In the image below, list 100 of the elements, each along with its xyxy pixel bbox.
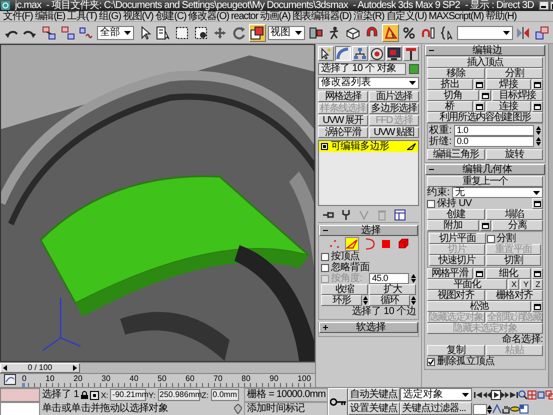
scrollbar[interactable] [548, 44, 553, 387]
menu-item[interactable]: 图表编辑器(D) [292, 11, 352, 21]
track-bar[interactable]: 0 10 20 30 40 50 60 70 80 90 100 [22, 374, 311, 387]
panel-button[interactable]: 分割 [486, 68, 544, 79]
set-key-button[interactable]: 设置关键点 [348, 402, 400, 415]
modifier-list-dropdown[interactable]: 修改器列表 [318, 77, 419, 89]
coordinate-field[interactable]: 250.986mm [158, 389, 200, 401]
checkbox[interactable] [321, 264, 329, 272]
menu-item[interactable]: 工具(T) [67, 11, 97, 21]
minimize-button[interactable] [538, 1, 549, 10]
panel-button[interactable]: 快速切片 [429, 255, 485, 266]
panel-button[interactable]: 收缩 [321, 284, 368, 295]
time-slider[interactable]: 0 / 100 [0, 362, 315, 373]
panel-button[interactable]: 视图对齐 [427, 290, 485, 301]
menu-item[interactable]: 创建(C) [155, 11, 186, 21]
brace-button[interactable] [438, 24, 456, 42]
settings-button[interactable] [474, 268, 485, 279]
number-field[interactable]: 45.0 [369, 273, 409, 284]
time-slider-thumb[interactable]: 0 / 100 [0, 363, 80, 373]
menu-item[interactable]: reactor [231, 11, 258, 21]
stack-item[interactable]: 可编辑多边形 [319, 141, 418, 152]
pin-button[interactable] [322, 209, 334, 221]
modifier-button[interactable]: 面片选择 [369, 91, 419, 102]
link-button[interactable] [40, 24, 58, 42]
subobject-button[interactable] [396, 237, 410, 251]
rollout-header[interactable]: 软选择 [319, 322, 418, 333]
color-swatch[interactable] [409, 64, 419, 74]
constraint-dropdown[interactable]: 无 [452, 187, 544, 198]
modifier-button[interactable]: 网格选择 [318, 91, 368, 102]
menu-item[interactable]: 渲染(R) [353, 11, 384, 21]
checkbox[interactable] [321, 252, 329, 260]
object-name-field[interactable]: 选择了 10 个 对象 [318, 63, 406, 75]
settings-button[interactable] [532, 301, 544, 312]
scale-button[interactable] [248, 24, 266, 42]
key-mode-dropdown[interactable]: 选定对象 [400, 388, 472, 401]
menu-item[interactable]: 自定义(U) [386, 11, 427, 21]
menu-item[interactable]: 文件(F) [3, 11, 33, 21]
auto-key-button[interactable]: 自动关键点 [348, 388, 400, 401]
settings-button[interactable] [480, 220, 491, 231]
checkbox[interactable] [427, 200, 435, 208]
number-field[interactable]: 1.0 [454, 125, 534, 136]
fork-check-button[interactable] [358, 209, 370, 221]
panel-button[interactable]: 分离 [492, 220, 544, 231]
subobject-button[interactable] [344, 237, 358, 251]
zoom-extents-button[interactable] [536, 389, 545, 401]
angle-snap-button[interactable] [382, 24, 400, 42]
zoom-extents-all-button[interactable] [545, 389, 553, 401]
panel-button[interactable]: 松弛 [427, 301, 532, 312]
align-button[interactable] [533, 24, 550, 42]
modifier-button[interactable]: 多边形选择 [369, 103, 419, 114]
panel-button[interactable]: 连接 [486, 101, 532, 112]
settings-button[interactable] [474, 79, 485, 90]
configure-button[interactable] [394, 209, 406, 221]
frame-field[interactable] [473, 404, 487, 414]
panel-button[interactable]: 附加 [427, 220, 479, 231]
toolbar-dropdown[interactable]: 视图 [268, 26, 306, 40]
panel-button[interactable]: 重复上一个 [427, 176, 544, 187]
key-mode-button[interactable] [328, 388, 348, 415]
rollout-header[interactable]: 选择 [319, 225, 418, 236]
settings-button[interactable] [532, 268, 544, 279]
toolbar-dropdown[interactable] [457, 26, 513, 40]
panel-button[interactable]: 切角 [427, 90, 479, 101]
key-filters-button[interactable]: 关键点过滤器... [400, 402, 472, 415]
settings-button[interactable] [532, 101, 544, 112]
panel-button[interactable]: 挤出 [427, 79, 473, 90]
panel-button[interactable]: 目标焊接 [492, 90, 544, 101]
menu-item[interactable]: 编辑(E) [34, 11, 66, 21]
panel-button[interactable]: 创建 [427, 209, 485, 220]
settings-button[interactable] [480, 90, 491, 101]
number-field[interactable]: 0.0 [454, 136, 534, 147]
rollout-header[interactable]: 编辑边 [425, 45, 546, 56]
panel-button[interactable]: Z [532, 279, 544, 290]
modifier-button[interactable]: UVW 展开 [318, 115, 368, 126]
modifier-button[interactable]: 涡轮平滑 [318, 127, 368, 138]
checkbox[interactable] [486, 234, 495, 242]
list-select-button[interactable] [155, 24, 172, 42]
menu-item[interactable]: 动画(A) [260, 11, 290, 21]
panel-button[interactable]: 网格平滑 [427, 268, 473, 279]
panel-button[interactable]: 插入顶点 [427, 57, 544, 68]
menu-item[interactable]: 帮助(H) [486, 11, 517, 21]
panel-button[interactable]: 桥 [427, 101, 473, 112]
panel-button[interactable]: 利用所选内容创建图形 [427, 112, 544, 123]
panel-button[interactable]: Y [520, 279, 532, 290]
settings-button[interactable] [532, 198, 544, 209]
panel-button[interactable]: 平面化 [427, 279, 508, 290]
magnifier-button[interactable] [518, 389, 527, 401]
panel-button[interactable]: X [508, 279, 520, 290]
field-of-view-button[interactable] [492, 403, 501, 415]
settings-button[interactable] [532, 79, 544, 90]
time-marker[interactable] [22, 383, 25, 387]
maximize-button[interactable] [519, 403, 528, 415]
listener-field[interactable] [0, 388, 40, 402]
fork-button[interactable] [340, 209, 352, 221]
panel-button[interactable]: 旋转 [486, 149, 544, 160]
panel-button[interactable]: 循环 [369, 295, 410, 306]
panel-button[interactable]: 切片平面 [429, 233, 486, 244]
menu-item[interactable]: 视图(V) [122, 11, 154, 21]
coordinate-field[interactable]: 0.0mm [210, 389, 239, 401]
panel-button[interactable]: 塌陷 [486, 209, 544, 220]
panel-button[interactable]: 栅格对齐 [486, 290, 544, 301]
